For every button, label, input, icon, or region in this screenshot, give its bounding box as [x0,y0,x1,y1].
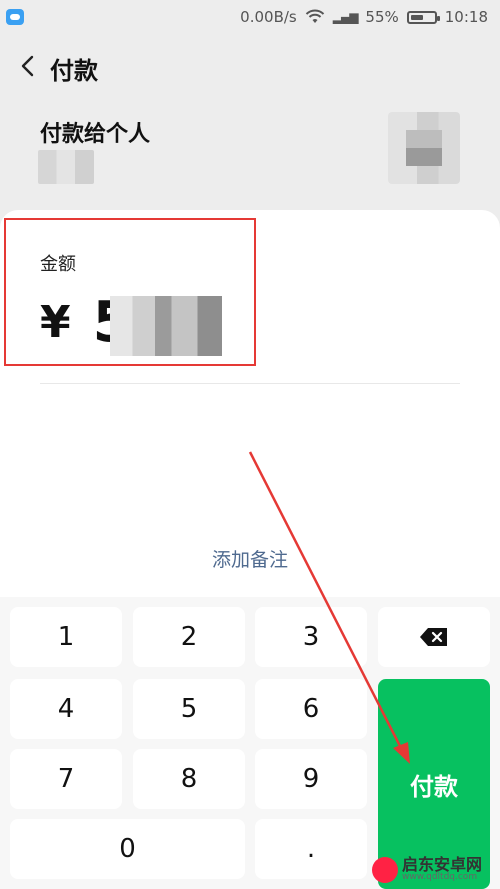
payee-name-pixelated [38,150,94,184]
key-2[interactable]: 2 [133,607,245,667]
network-speed: 0.00B/s [240,8,297,26]
backspace-icon [420,628,447,646]
payee-avatar [388,112,460,184]
chevron-left-icon [21,55,34,77]
status-right: 0.00B/s ▂▄▆ 55% 10:18 [240,8,488,26]
key-5[interactable]: 5 [133,679,245,739]
key-9[interactable]: 9 [255,749,367,809]
back-button[interactable] [14,52,42,80]
key-3[interactable]: 3 [255,607,367,667]
watermark-url: www.qdltdq.com [402,872,478,882]
clock: 10:18 [444,8,488,26]
key-8[interactable]: 8 [133,749,245,809]
watermark-text: 启东安卓网 www.qdltdq.com [402,857,482,882]
add-remark-link[interactable]: 添加备注 [0,545,500,572]
cloud-app-icon [6,9,24,25]
watermark-title: 启东安卓网 [402,855,483,874]
delete-button[interactable] [378,607,490,667]
key-1[interactable]: 1 [10,607,122,667]
battery-percent: 55% [365,8,399,26]
wifi-icon [305,9,324,23]
watermark-icon [372,856,398,883]
key-6[interactable]: 6 [255,679,367,739]
signal-icon: ▂▄▆ [332,10,359,24]
highlight-box [4,218,256,366]
page-title: 付款 [50,57,98,85]
key-decimal[interactable]: . [255,819,367,879]
status-bar: 0.00B/s ▂▄▆ 55% 10:18 [0,0,500,36]
key-0[interactable]: 0 [10,819,245,879]
battery-icon [406,10,440,24]
header: 付款 [0,40,500,94]
key-7[interactable]: 7 [10,749,122,809]
watermark-logo: 启东安卓网 www.qdltdq.com [372,850,500,889]
payee-label: 付款给个人 [40,122,151,147]
key-4[interactable]: 4 [10,679,122,739]
divider [40,383,460,384]
